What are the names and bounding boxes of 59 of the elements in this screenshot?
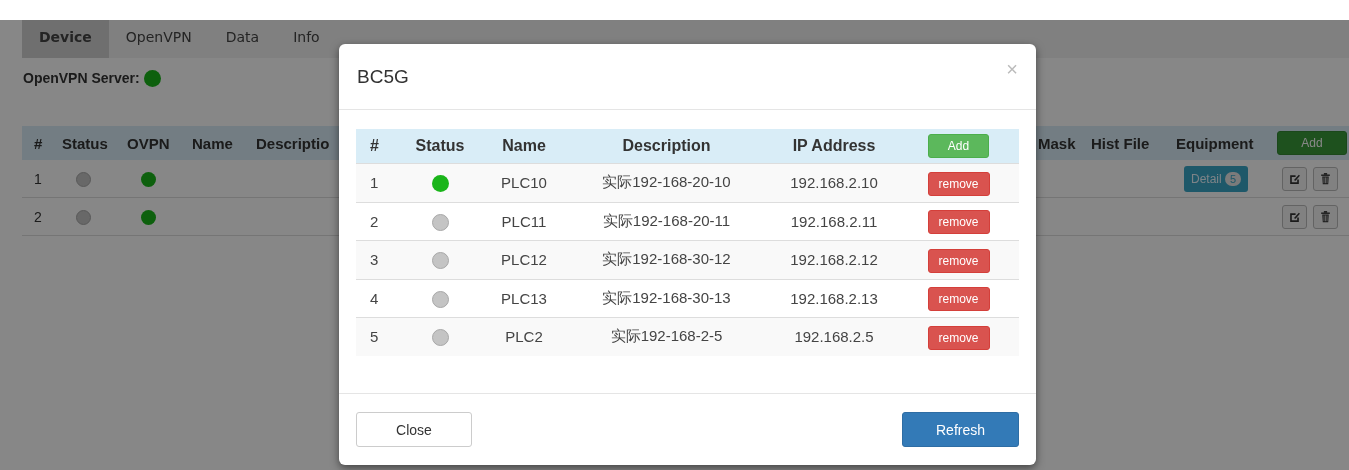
edit-icon <box>1288 210 1301 223</box>
server-label: OpenVPN Server: <box>23 70 140 86</box>
count-badge: 5 <box>1225 171 1242 186</box>
table-cell-text: 192.168.2.10 <box>789 174 879 192</box>
tab[interactable]: Device <box>22 20 109 58</box>
column-header: Hist File <box>1091 134 1150 152</box>
table-cell-text: PLC10 <box>500 174 548 192</box>
table-cell-text: 实际192-168-2-5 <box>609 327 724 347</box>
delete-button[interactable] <box>1313 166 1338 191</box>
table-cell-text: PLC11 <box>500 212 548 230</box>
table-cell-text: 2 <box>369 212 380 230</box>
remove-button[interactable]: remove <box>927 287 990 312</box>
table-cell-text: 2 <box>33 208 43 225</box>
tab[interactable]: Data <box>208 20 277 58</box>
column-header: Status <box>62 134 108 152</box>
refresh-button[interactable]: Refresh <box>902 412 1019 447</box>
add-button[interactable]: Add <box>1277 131 1347 155</box>
edit-button[interactable] <box>1282 204 1307 229</box>
column-header: IP Address <box>791 137 877 155</box>
column-header: OVPN <box>127 134 170 152</box>
column-header: Equipment <box>1176 134 1254 152</box>
remove-button[interactable]: remove <box>927 171 990 196</box>
add-button[interactable]: Add <box>928 134 989 158</box>
table-cell-text: PLC12 <box>500 251 548 269</box>
table-cell-text: 实际192-168-30-12 <box>601 250 732 270</box>
edit-button[interactable] <box>1282 166 1307 191</box>
trash-icon <box>1319 172 1332 185</box>
remove-button[interactable]: remove <box>927 325 990 350</box>
close-button[interactable]: Close <box>356 412 472 447</box>
table-cell-text: 192.168.2.5 <box>793 328 875 346</box>
table-cell-text: PLC2 <box>504 328 544 346</box>
detail-button[interactable]: Detail 5 <box>1184 165 1249 192</box>
column-header: Descriptio <box>256 134 330 152</box>
column-header: # <box>369 137 380 155</box>
table-cell-text: 192.168.2.12 <box>789 251 879 269</box>
table-cell-text: 5 <box>369 328 380 346</box>
table-cell-text: 192.168.2.13 <box>789 289 879 307</box>
edit-icon <box>1288 172 1301 185</box>
column-header: Name <box>501 137 547 155</box>
column-header: Name <box>192 134 233 152</box>
column-header: Status <box>414 137 466 155</box>
tab[interactable]: Info <box>276 20 337 58</box>
table-cell-text: PLC13 <box>500 289 548 307</box>
table-cell-text: 4 <box>369 289 380 307</box>
modal-title: BC5G <box>357 65 409 88</box>
table-cell-text: 实际192-168-20-11 <box>601 211 732 231</box>
table-cell-text: 1 <box>369 174 380 192</box>
trash-icon <box>1319 210 1332 223</box>
table-cell-text: 192.168.2.11 <box>789 212 879 230</box>
table-cell-text: 实际192-168-20-10 <box>601 173 732 193</box>
column-header: Mask <box>1038 134 1076 152</box>
column-header: Description <box>621 137 712 155</box>
remove-button[interactable]: remove <box>927 248 990 273</box>
table-cell-text: 实际192-168-30-13 <box>601 288 732 308</box>
table-cell-text: 3 <box>369 251 380 269</box>
table-cell-text: 1 <box>33 170 43 187</box>
column-header: # <box>34 134 43 152</box>
delete-button[interactable] <box>1313 204 1338 229</box>
remove-button[interactable]: remove <box>927 210 990 235</box>
